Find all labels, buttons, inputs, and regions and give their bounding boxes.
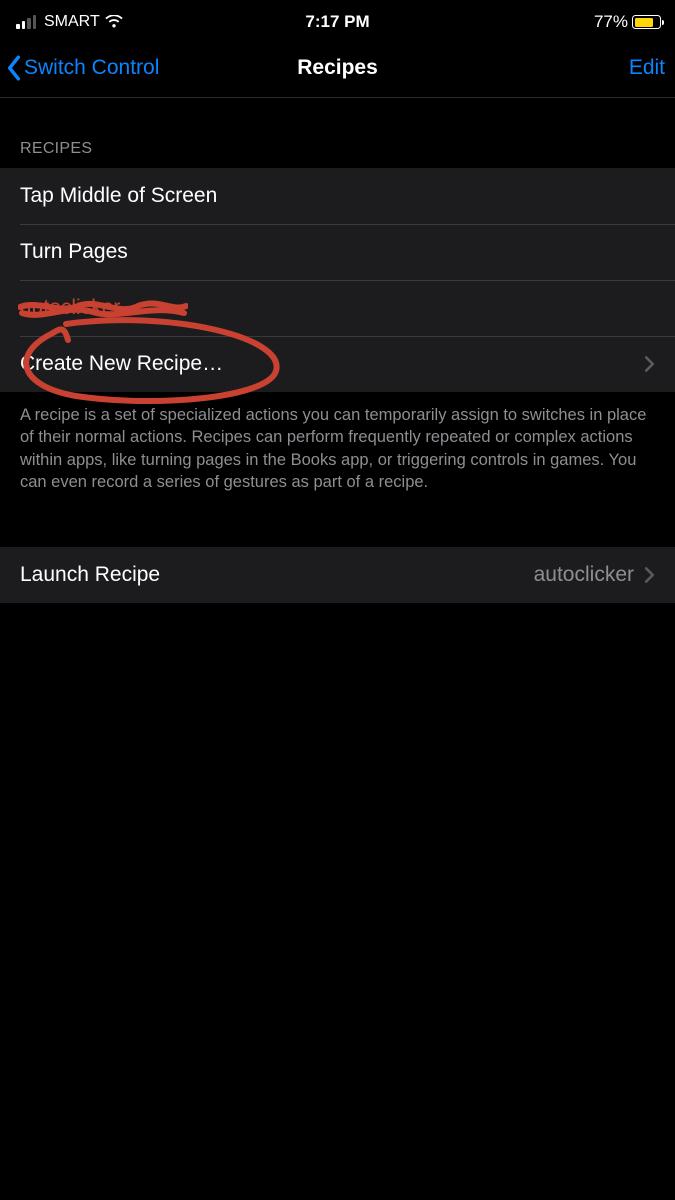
battery-percent: 77% <box>594 12 628 32</box>
launch-recipe-list: Launch Recipe autoclicker <box>0 547 675 603</box>
row-label: autoclicker <box>20 296 120 320</box>
status-left: SMART <box>16 13 124 31</box>
status-right: 77% <box>594 12 661 32</box>
nav-bar: Switch Control Recipes Edit <box>0 44 675 98</box>
row-label: Create New Recipe… <box>20 352 223 376</box>
battery-icon <box>632 15 661 29</box>
signal-bars-icon <box>16 15 36 29</box>
status-bar: SMART 7:17 PM 77% <box>0 0 675 44</box>
chevron-right-icon <box>644 355 655 373</box>
chevron-right-icon <box>644 566 655 584</box>
row-label: Launch Recipe <box>20 563 160 587</box>
carrier-label: SMART <box>44 13 100 31</box>
section-header-recipes: RECIPES <box>0 98 675 168</box>
chevron-left-icon <box>6 55 22 81</box>
recipe-row-turn-pages[interactable]: Turn Pages <box>0 224 675 280</box>
recipe-row-autoclicker[interactable]: autoclicker <box>0 280 675 336</box>
recipes-list: Tap Middle of Screen Turn Pages autoclic… <box>0 168 675 392</box>
wifi-icon <box>104 15 124 29</box>
section-footer-text: A recipe is a set of specialized actions… <box>0 392 675 523</box>
page-title: Recipes <box>297 56 378 80</box>
edit-button[interactable]: Edit <box>629 56 665 80</box>
create-new-recipe-row[interactable]: Create New Recipe… <box>0 336 675 392</box>
recipe-row-tap-middle[interactable]: Tap Middle of Screen <box>0 168 675 224</box>
launch-recipe-row[interactable]: Launch Recipe autoclicker <box>0 547 675 603</box>
status-time: 7:17 PM <box>305 12 369 32</box>
row-value: autoclicker <box>534 563 634 587</box>
row-label: Tap Middle of Screen <box>20 184 217 208</box>
back-label: Switch Control <box>24 56 159 80</box>
row-label: Turn Pages <box>20 240 128 264</box>
back-button[interactable]: Switch Control <box>6 55 159 81</box>
